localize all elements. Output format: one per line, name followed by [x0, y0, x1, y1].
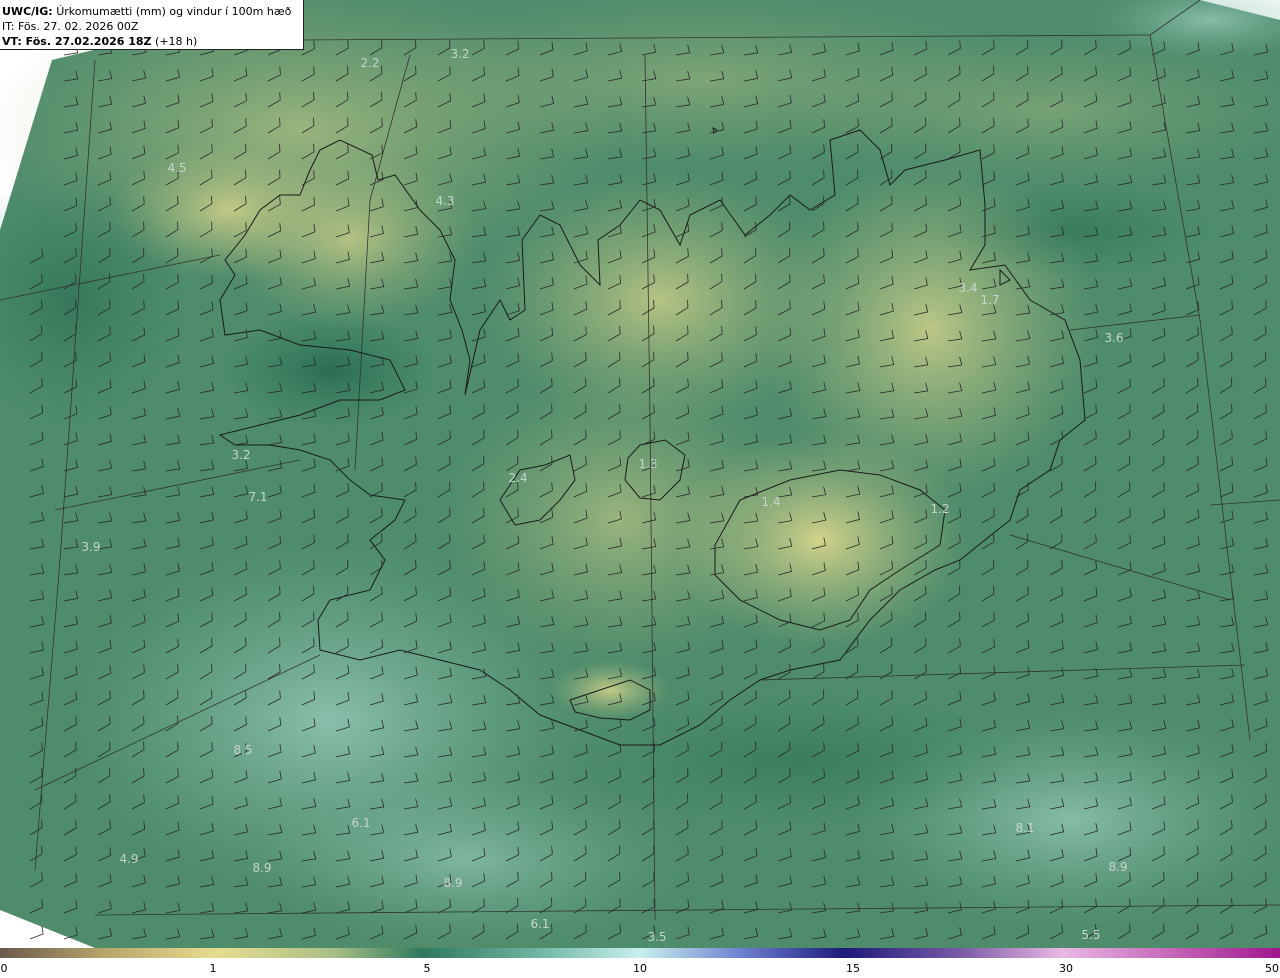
value-label: 3.2 [231, 448, 250, 462]
colorbar-tick-label: 5 [423, 962, 431, 975]
colorbar-tick-label: 30 [1059, 962, 1073, 975]
colorbar [0, 948, 1280, 958]
colorbar-tick-label: 1 [209, 962, 217, 975]
value-label: 1.7 [980, 293, 999, 307]
value-label: 8.9 [252, 861, 271, 875]
product-prefix: UWC/IG: [2, 5, 53, 18]
value-label: 2.2 [360, 56, 379, 70]
product-title-line: UWC/IG: Úrkomumætti (mm) og vindur í 100… [2, 4, 299, 19]
value-label: 8.9 [1108, 860, 1127, 874]
wind-barb [29, 925, 44, 940]
value-label: 3.4 [958, 281, 977, 295]
value-label: 4.9 [119, 852, 138, 866]
value-label: 3.6 [1104, 331, 1123, 345]
colorbar-ramp [0, 948, 1280, 958]
forecast-lead: (+18 h) [155, 35, 198, 48]
value-label: 2.4 [508, 471, 527, 485]
colorbar-tick-label: 15 [846, 962, 860, 975]
valid-time: VT: Fös. 27.02.2026 18Z [2, 35, 152, 48]
value-label: 1.4 [761, 495, 780, 509]
value-label: 6.1 [351, 816, 370, 830]
value-label: 4.3 [435, 194, 454, 208]
value-label: 8.9 [443, 876, 462, 890]
map-canvas: 2.2 3.2 4.5 4.3 3.41.7 3.6 3.2 7.1 3.9 2.4 1.3 1.4 1… [0, 0, 1280, 950]
title-box: UWC/IG: Úrkomumætti (mm) og vindur í 100… [0, 0, 304, 50]
value-label: 5.5 [1081, 928, 1100, 942]
colorbar-tick-label: 0 [0, 962, 8, 975]
value-label: 4.5 [167, 161, 186, 175]
value-label: 1.2 [930, 502, 949, 516]
value-label: 3.2 [450, 47, 469, 61]
colorbar-tick-label: 50 [1265, 962, 1279, 975]
value-label: 1.3 [638, 457, 657, 471]
init-time: IT: Fös. 27. 02. 2026 00Z [2, 20, 139, 33]
valid-time-line: VT: Fös. 27.02.2026 18Z (+18 h) [2, 34, 299, 49]
colorbar-tick-label: 10 [633, 962, 647, 975]
value-label: 6.1 [530, 917, 549, 931]
product-title: Úrkomumætti (mm) og vindur í 100m hæð [56, 5, 292, 18]
value-label: 7.1 [248, 490, 267, 504]
precipitation-map[interactable]: 2.2 3.2 4.5 4.3 3.4 1.7 3.6 3.2 7.1 3.9 2.4 1.3 1.4 1… [0, 0, 1280, 950]
value-label: 3.5 [647, 930, 666, 944]
value-label: 8.5 [233, 743, 252, 757]
value-label: 3.9 [81, 540, 100, 554]
value-label: 8.1 [1015, 821, 1034, 835]
